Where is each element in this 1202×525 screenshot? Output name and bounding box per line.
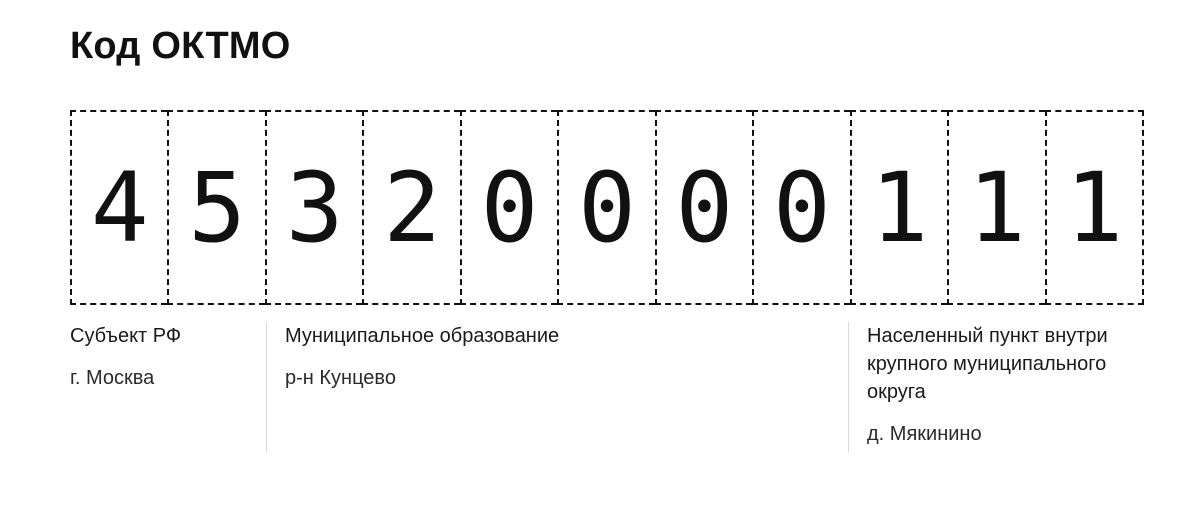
- digit-cell-11: 1: [1044, 110, 1144, 305]
- digit-cell-8: 0: [752, 110, 850, 305]
- group-municipality-heading: Муниципальное образование: [285, 325, 560, 347]
- group-municipality: Муниципальное образование р-н Кунцево: [266, 322, 825, 452]
- digit-cell-10: 1: [947, 110, 1045, 305]
- digit-cell-9: 1: [849, 110, 948, 305]
- digit-cell-1: 4: [70, 110, 168, 305]
- digit-cell-3: 3: [264, 110, 363, 305]
- group-settlement-value: д. Мякинино: [867, 423, 982, 445]
- digit-cell-7: 0: [654, 110, 753, 305]
- page-title: Код ОКТМО: [70, 25, 291, 67]
- digit-cell-6: 0: [557, 110, 655, 305]
- digit-cell-2: 5: [167, 110, 265, 305]
- group-subject-heading: Субъект РФ: [70, 325, 182, 347]
- group-settlement-heading: Населенный пункт внутри крупного муницип…: [867, 325, 1108, 403]
- group-municipality-value: р-н Кунцево: [285, 367, 396, 389]
- digit-cell-5: 0: [459, 110, 558, 305]
- oktmo-digit-row: 4 5 3 2 0 0 0 0 1 1 1: [70, 110, 1144, 305]
- group-subject-value: г. Москва: [70, 367, 155, 389]
- digit-cell-4: 2: [362, 110, 460, 305]
- group-subject: Субъект РФ г. Москва: [70, 322, 250, 392]
- group-settlement: Населенный пункт внутри крупного муницип…: [848, 322, 1167, 452]
